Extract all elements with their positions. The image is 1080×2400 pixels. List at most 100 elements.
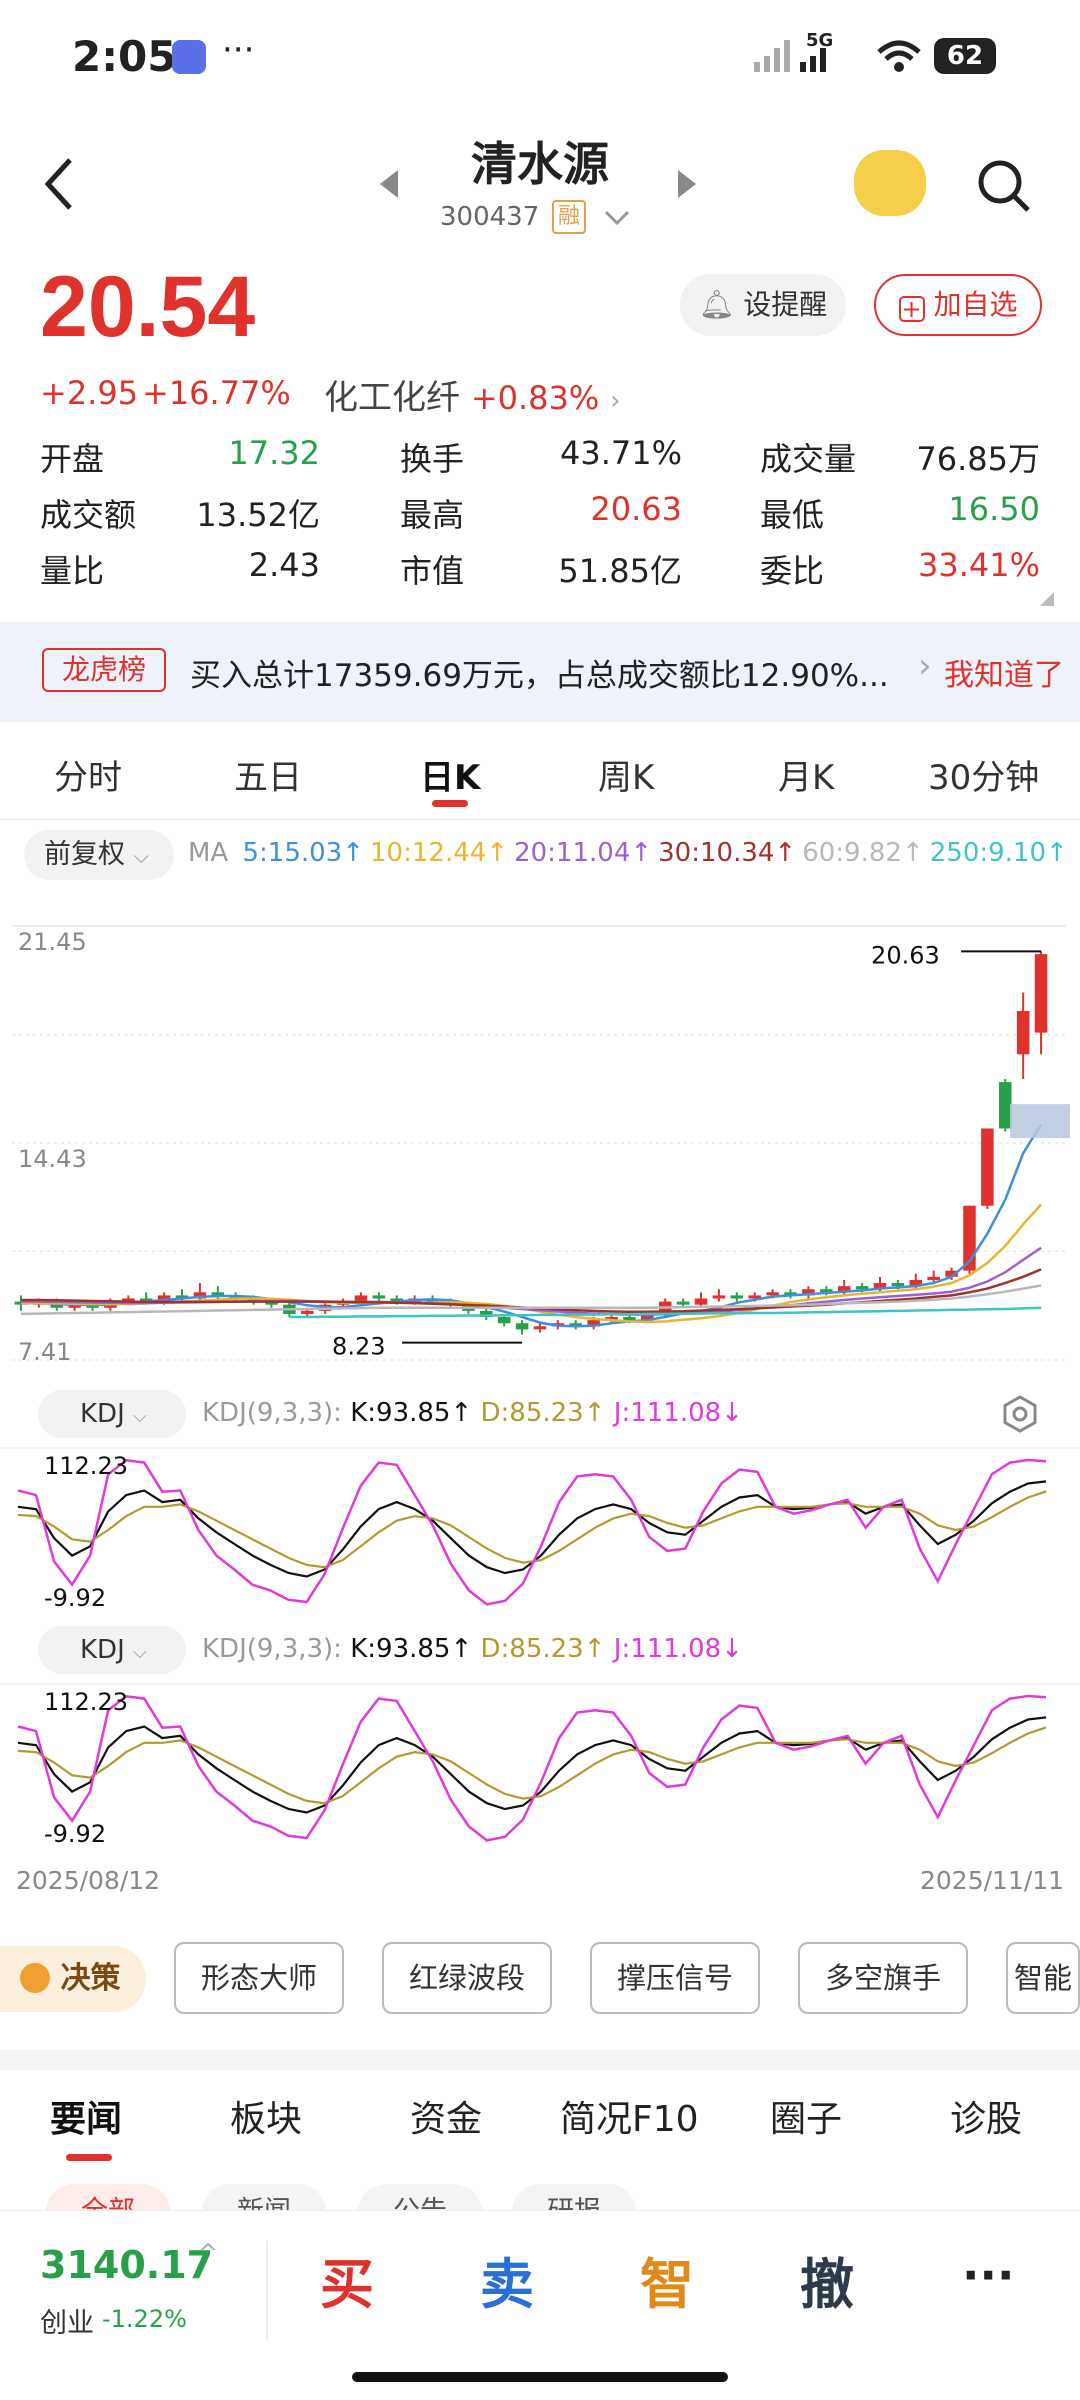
news-tab[interactable]: 圈子	[770, 2090, 842, 2142]
network-5g-icon: 5G	[806, 30, 834, 51]
candle-body	[891, 1283, 905, 1287]
ma-legend: MA 5:15.03↑ 10:12.44↑ 20:11.04↑ 30:10.34↑ 60…	[188, 838, 1068, 868]
kdj-line	[17, 1694, 1047, 1842]
candle-body	[497, 1317, 511, 1324]
stat-label: 最高	[400, 496, 465, 534]
plus-square-icon: +	[898, 296, 925, 322]
news-tab[interactable]: 诊股	[950, 2090, 1022, 2142]
period-tab[interactable]: 分时	[54, 750, 122, 799]
set-alert-button[interactable]: 🔔︎ 设提醒	[680, 274, 846, 336]
stat-value: 33.41%	[917, 546, 1040, 584]
y-tick-label: 7.41	[18, 1338, 71, 1366]
candle-body	[354, 1295, 368, 1302]
stat-label: 开盘	[40, 440, 105, 478]
status-bar: 2:05 ··· 5G 62	[0, 0, 1080, 110]
index-pct: -1.22%	[102, 2305, 187, 2333]
ma-value: 250:9.10↑	[929, 838, 1068, 868]
period-tab[interactable]: 月K	[778, 750, 834, 799]
tool-chip[interactable]: 智能	[1006, 1942, 1080, 2014]
ma-value: 10:12.44↑	[370, 838, 509, 868]
banner-text: 买入总计17359.69万元，占总成交额比12.90%...	[190, 658, 889, 694]
price-band	[1010, 1104, 1070, 1139]
chevron-down-icon: ⌵	[133, 1642, 147, 1663]
stat-label: 换手	[400, 440, 465, 478]
stat-value: 2.43	[248, 546, 320, 584]
settings-icon[interactable]	[1000, 1394, 1040, 1434]
stat-value: 51.85亿	[558, 552, 682, 590]
more-button[interactable]: ···	[962, 2248, 1014, 2302]
candlestick-chart[interactable]: 21.45 14.43 7.41 20.63 8.23	[0, 900, 1080, 1380]
stat-label: 委比	[760, 552, 825, 590]
mascot-icon[interactable]	[854, 150, 926, 216]
news-tab[interactable]: 资金	[410, 2090, 482, 2142]
sector-link[interactable]: 化工化纤 +0.83% ›	[324, 370, 621, 419]
stat-value: 16.50	[948, 490, 1040, 528]
price-change: +2.95	[40, 374, 139, 412]
chevron-down-icon: ⌵	[133, 1406, 147, 1427]
stat-value: 20.63	[590, 490, 682, 528]
kdj-k-value: K:93.85↑	[350, 1398, 473, 1428]
news-tab[interactable]: 板块	[230, 2090, 302, 2142]
bell-icon: 🔔︎	[698, 288, 735, 321]
prev-stock-icon[interactable]	[376, 168, 400, 200]
kdj-max-label: 112.23	[44, 1452, 128, 1480]
kdj-chart-upper[interactable]: 112.23 -9.92	[0, 1446, 1080, 1616]
tool-chip[interactable]: 撑压信号	[590, 1942, 760, 2014]
sell-button[interactable]: 卖	[480, 2240, 534, 2319]
expand-corner-icon[interactable]	[1040, 592, 1054, 606]
tool-chip[interactable]: 红绿波段	[382, 1942, 552, 2014]
period-tabs: 分时 五日 日K 周K 月K 30分钟	[0, 730, 1080, 820]
banner-tag: 龙虎榜	[42, 648, 167, 692]
index-value[interactable]: 3140.17	[40, 2243, 213, 2287]
x-end-date: 2025/11/11	[920, 1866, 1065, 1895]
period-tab[interactable]: 日K	[420, 750, 480, 799]
candle-body	[712, 1295, 726, 1299]
kdj-chart-lower[interactable]: 112.23 -9.92	[0, 1682, 1080, 1852]
chevron-right-icon: ›	[610, 386, 621, 416]
margin-badge: 融	[552, 200, 586, 234]
news-tab[interactable]: 要闻	[50, 2090, 122, 2142]
decision-icon	[20, 1963, 50, 1993]
tool-chip-label: 形态大师	[200, 1961, 317, 1995]
banner-dismiss[interactable]: 我知道了	[944, 650, 1064, 694]
tool-chip[interactable]: 多空旗手	[798, 1942, 968, 2014]
period-tab[interactable]: 30分钟	[928, 750, 1039, 799]
chevron-down-icon[interactable]	[604, 210, 630, 226]
status-more: ···	[222, 30, 255, 70]
ma-value: 60:9.82↑	[802, 838, 924, 868]
status-time: 2:05	[72, 32, 177, 81]
buy-button[interactable]: 买	[320, 2240, 374, 2319]
kdj-d-value: D:85.23↑	[480, 1634, 606, 1664]
period-tab[interactable]: 五日	[234, 750, 302, 799]
search-icon[interactable]	[976, 158, 1032, 214]
home-indicator	[352, 2372, 728, 2382]
smart-button[interactable]: 智	[640, 2240, 694, 2319]
ma-label: MA	[188, 838, 229, 868]
candle-body	[998, 1082, 1012, 1129]
news-tab[interactable]: 简况F10	[560, 2090, 699, 2142]
candle-body	[927, 1276, 940, 1280]
section-divider	[0, 2050, 1080, 2070]
candle-body	[623, 1317, 636, 1321]
dragon-tiger-banner[interactable]: 龙虎榜 买入总计17359.69万元，占总成交额比12.90%... › 我知道…	[0, 622, 1080, 722]
ma-line	[20, 1203, 1043, 1324]
cancel-order-button[interactable]: 撤	[800, 2240, 854, 2319]
high-label: 20.63	[871, 941, 940, 969]
kdj-min-label: -9.92	[44, 1820, 106, 1848]
kdj-select-2[interactable]: KDJ ⌵	[38, 1626, 186, 1674]
candle-body	[730, 1295, 744, 1299]
kdj-legend-2: KDJ(9,3,3): K:93.85↑ D:85.23↑ J:111.08↓	[202, 1634, 743, 1664]
add-watchlist-button[interactable]: + 加自选	[874, 274, 1042, 336]
kdj-legend: KDJ(9,3,3): K:93.85↑ D:85.23↑ J:111.08↓	[202, 1398, 743, 1428]
period-tab[interactable]: 周K	[598, 750, 654, 799]
candle-body	[372, 1295, 386, 1299]
adjust-select[interactable]: 前复权 ⌵	[24, 830, 174, 880]
bottom-divider	[266, 2241, 268, 2341]
tool-chip[interactable]: 形态大师	[174, 1942, 344, 2014]
next-stock-icon[interactable]	[676, 168, 700, 200]
low-label: 8.23	[332, 1333, 385, 1361]
kdj-select[interactable]: KDJ ⌵	[38, 1390, 186, 1438]
kdj-min-label: -9.92	[44, 1584, 106, 1612]
candle-body	[694, 1298, 708, 1305]
decision-button[interactable]: 决策	[0, 1946, 146, 2012]
